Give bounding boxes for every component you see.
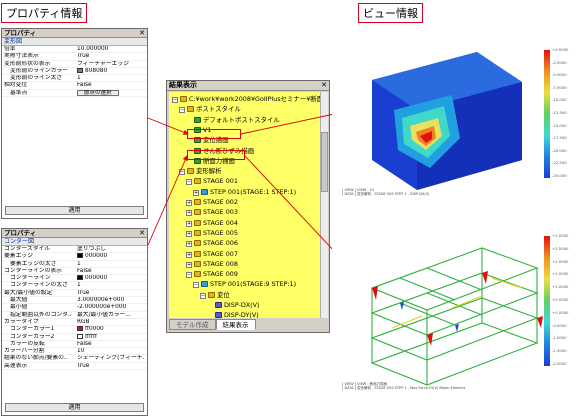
frame-model-graphic [370,247,543,386]
color-legend-bar [544,50,550,178]
legend-value: +3.0000 [552,233,569,238]
view-caption: [ VIEW ] VIEW : V1[ DATA ] 変形解析 , STAGE … [342,188,430,196]
legend-values: +3.0000 +2.5000 +2.0000 +1.5000 +1.0000 +0.50… [552,233,569,375]
legend-value: -17.500 [552,135,567,141]
color-legend-bar [544,236,550,366]
view-caption: [ VIEW ] VIEW : 断面力描画[ DATA ] 変形解析 , STA… [342,382,466,390]
contour-model-graphic [372,52,522,190]
legend-value: -2.0000 [552,360,567,366]
contour-3d-view[interactable]: +0.0000 -2.5000 -5.0000 -7.5000 -10.000 -12.5… [332,40,578,200]
legend-value: +0.5000 [552,296,569,302]
legend-value: +0.0000 [552,47,569,52]
legend-value: -25.000 [552,172,567,178]
legend-value: -5.0000 [552,72,567,78]
legend-value: +2.5000 [552,245,569,251]
frame-force-view[interactable]: +3.0000 +2.5000 +2.0000 +1.5000 +1.0000 +0.50… [332,228,578,398]
legend-value: -12.500 [552,109,567,115]
legend-value: +0.0000 [552,309,569,315]
legend-values: +0.0000 -2.5000 -5.0000 -7.5000 -10.000 -12.5… [552,47,569,187]
